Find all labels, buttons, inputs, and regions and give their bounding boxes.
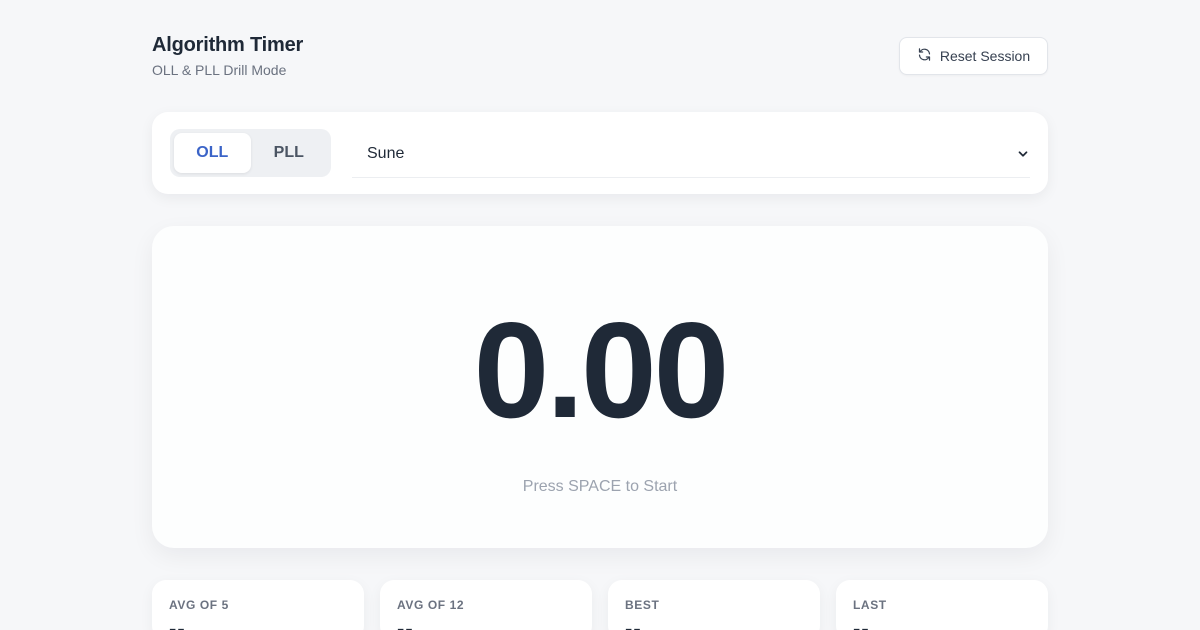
app-title: Algorithm Timer [152,34,304,56]
stat-value: -- [853,616,870,630]
reset-session-label: Reset Session [939,48,1031,64]
stats-row: AVG OF 5 -- AVG OF 12 -- BEST -- LAST -- [152,580,1048,630]
stat-card-best: BEST -- [608,580,820,630]
header: Algorithm Timer OLL & PLL Drill Mode Res… [152,34,1048,84]
stat-card-last: LAST -- [836,580,1048,630]
algorithm-select[interactable]: Sune [352,130,1030,178]
timer-panel[interactable]: 0.00 Press SPACE to Start [152,226,1048,548]
algorithm-select-value: Sune [367,144,405,162]
refresh-icon [917,47,932,65]
reset-session-button[interactable]: Reset Session [899,37,1048,75]
page: Algorithm Timer OLL & PLL Drill Mode Res… [0,0,1200,630]
stat-card-avg5: AVG OF 5 -- [152,580,364,630]
stat-label: AVG OF 12 [397,598,465,612]
stat-label: LAST [853,598,887,612]
stat-value: -- [397,616,414,630]
timer-hint: Press SPACE to Start [522,478,678,495]
mode-oll-button[interactable]: OLL [174,133,251,173]
stat-value: -- [625,616,642,630]
stat-label: BEST [625,598,660,612]
stat-value: -- [169,616,186,630]
mode-pll-button[interactable]: PLL [251,133,328,173]
control-panel: OLL PLL Sune [152,112,1048,194]
stat-label: AVG OF 5 [169,598,229,612]
stat-card-avg12: AVG OF 12 -- [380,580,592,630]
timer-display: 0.00 [473,294,730,446]
app-subtitle: OLL & PLL Drill Mode [152,62,287,78]
chevron-down-icon [1016,147,1030,161]
mode-toggle: OLL PLL [170,129,331,177]
